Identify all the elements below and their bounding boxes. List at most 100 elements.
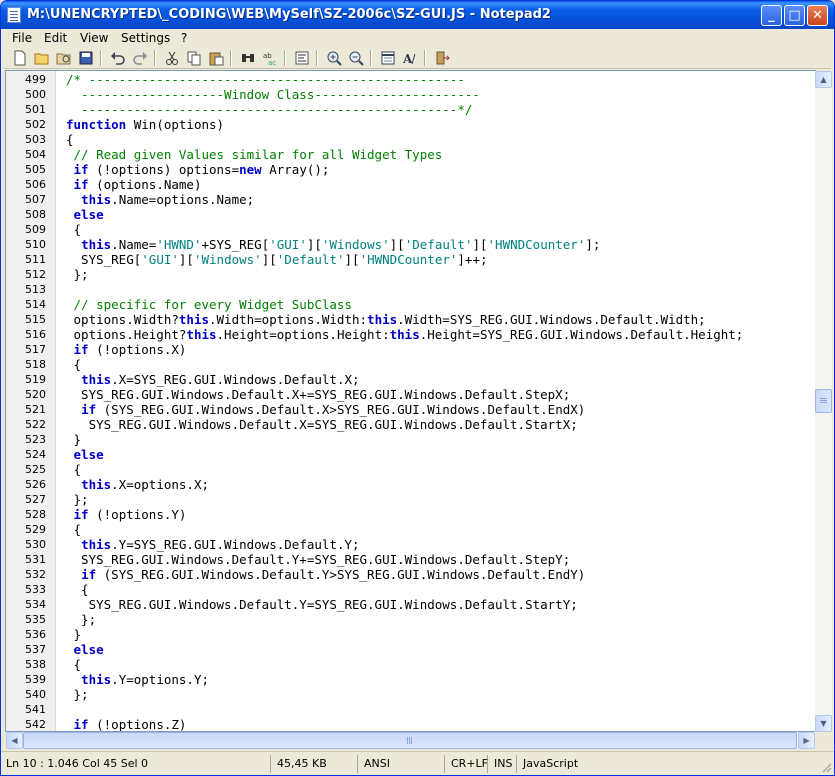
title-bar[interactable]: M:\UNENCRYPTED\_CODING\WEB\MySelf\SZ-200… — [1, 1, 834, 29]
code-line[interactable]: 509 { — [6, 222, 815, 237]
resize-grip-icon[interactable] — [820, 761, 832, 773]
redo-icon[interactable] — [130, 49, 150, 67]
code-line[interactable]: 505 if (!options) options=new Array(); — [6, 162, 815, 177]
line-text: /* -------------------------------------… — [66, 72, 465, 87]
line-text: // Read given Values similar for all Wid… — [66, 147, 443, 162]
minimize-button[interactable]: _ — [761, 5, 782, 26]
vertical-scroll-thumb[interactable] — [815, 389, 832, 413]
menu-file[interactable]: File — [12, 31, 32, 45]
code-line[interactable]: 499 /* ----------------------------------… — [6, 72, 815, 87]
status-line-ending[interactable]: CR+LF — [448, 755, 488, 773]
toolbar-separator — [370, 50, 372, 66]
close-button[interactable]: ✕ — [807, 5, 828, 26]
code-line[interactable]: 506 if (options.Name) — [6, 177, 815, 192]
status-encoding[interactable]: ANSI — [361, 755, 445, 773]
code-line[interactable]: 502 function Win(options) — [6, 117, 815, 132]
code-line[interactable]: 534 SYS_REG.GUI.Windows.Default.Y=SYS_RE… — [6, 597, 815, 612]
code-line[interactable]: 526 this.X=options.X; — [6, 477, 815, 492]
code-line[interactable]: 530 this.Y=SYS_REG.GUI.Windows.Default.Y… — [6, 537, 815, 552]
code-line[interactable]: 524 else — [6, 447, 815, 462]
code-line[interactable]: 514 // specific for every Widget SubClas… — [6, 297, 815, 312]
code-line[interactable]: 533 { — [6, 582, 815, 597]
zoom-out-icon[interactable] — [346, 49, 366, 67]
toolbar-separator — [100, 50, 102, 66]
font-icon[interactable]: A — [400, 49, 420, 67]
code-line[interactable]: 507 this.Name=options.Name; — [6, 192, 815, 207]
code-line[interactable]: 532 if (SYS_REG.GUI.Windows.Default.Y>SY… — [6, 567, 815, 582]
paste-icon[interactable] — [206, 49, 226, 67]
code-line[interactable]: 542 if (!options.Z) — [6, 717, 815, 731]
code-line[interactable]: 511 SYS_REG['GUI']['Windows']['Default']… — [6, 252, 815, 267]
vertical-scrollbar[interactable]: ▲ ▼ — [815, 71, 832, 732]
replace-icon[interactable]: ab ac — [260, 49, 280, 67]
exit-icon[interactable] — [432, 49, 452, 67]
code-line[interactable]: 512 }; — [6, 267, 815, 282]
scheme-icon[interactable] — [378, 49, 398, 67]
code-line[interactable]: 517 if (!options.X) — [6, 342, 815, 357]
notepad-icon[interactable] — [7, 7, 21, 23]
code-line[interactable]: 503 { — [6, 132, 815, 147]
code-line[interactable]: 529 { — [6, 522, 815, 537]
line-text: else — [73, 642, 104, 657]
code-line[interactable]: 538 { — [6, 657, 815, 672]
code-line[interactable]: 527 }; — [6, 492, 815, 507]
undo-icon[interactable] — [108, 49, 128, 67]
open-file-icon[interactable] — [32, 49, 52, 67]
menu-view[interactable]: View — [80, 31, 108, 45]
code-line[interactable]: 521 if (SYS_REG.GUI.Windows.Default.X>SY… — [6, 402, 815, 417]
code-line[interactable]: 508 else — [6, 207, 815, 222]
cut-icon[interactable] — [162, 49, 182, 67]
code-line[interactable]: 501 ------------------------------------… — [6, 102, 815, 117]
word-wrap-icon[interactable] — [292, 49, 312, 67]
line-number: 524 — [25, 448, 46, 461]
menu-edit[interactable]: Edit — [44, 31, 67, 45]
code-lines[interactable]: 499 /* ----------------------------------… — [6, 72, 815, 731]
zoom-in-icon[interactable] — [324, 49, 344, 67]
code-line[interactable]: 531 SYS_REG.GUI.Windows.Default.Y+=SYS_R… — [6, 552, 815, 567]
code-line[interactable]: 536 } — [6, 627, 815, 642]
code-line[interactable]: 523 } — [6, 432, 815, 447]
scroll-left-icon[interactable]: ◀ — [6, 732, 23, 749]
line-text: if (!options) options=new Array(); — [73, 162, 330, 177]
save-icon[interactable] — [76, 49, 96, 67]
code-line[interactable]: 519 this.X=SYS_REG.GUI.Windows.Default.X… — [6, 372, 815, 387]
code-line[interactable]: 513 — [6, 282, 815, 297]
status-lexer[interactable]: JavaScript — [520, 755, 612, 773]
code-line[interactable]: 525 { — [6, 462, 815, 477]
toolbar: ab ac A — [4, 47, 831, 69]
code-line[interactable]: 518 { — [6, 357, 815, 372]
code-editor[interactable]: 499 /* ----------------------------------… — [5, 70, 816, 732]
code-line[interactable]: 540 }; — [6, 687, 815, 702]
scroll-right-icon[interactable]: ▶ — [798, 732, 815, 749]
code-line[interactable]: 500 -------------------Window Class-----… — [6, 87, 815, 102]
code-line[interactable]: 537 else — [6, 642, 815, 657]
code-line[interactable]: 516 options.Height?this.Height=options.H… — [6, 327, 815, 342]
line-number: 525 — [25, 463, 46, 476]
new-file-icon[interactable] — [10, 49, 30, 67]
code-line[interactable]: 539 this.Y=options.Y; — [6, 672, 815, 687]
code-line[interactable]: 541 — [6, 702, 815, 717]
menu-help[interactable]: ? — [181, 31, 187, 45]
line-text: { — [66, 462, 82, 477]
menu-settings[interactable]: Settings — [121, 31, 170, 45]
scroll-up-icon[interactable]: ▲ — [815, 71, 832, 88]
line-number: 540 — [25, 688, 46, 701]
horizontal-scrollbar[interactable]: ◀ ▶ — [6, 732, 815, 749]
scroll-down-icon[interactable]: ▼ — [815, 715, 832, 732]
browse-icon[interactable] — [54, 49, 74, 67]
copy-icon[interactable] — [184, 49, 204, 67]
code-line[interactable]: 522 SYS_REG.GUI.Windows.Default.X=SYS_RE… — [6, 417, 815, 432]
line-text: } — [66, 432, 82, 447]
line-number: 508 — [25, 208, 46, 221]
line-number: 504 — [25, 148, 46, 161]
code-line[interactable]: 515 options.Width?this.Width=options.Wid… — [6, 312, 815, 327]
find-icon[interactable] — [238, 49, 258, 67]
code-line[interactable]: 520 SYS_REG.GUI.Windows.Default.X+=SYS_R… — [6, 387, 815, 402]
status-insert-mode: INS — [491, 755, 517, 773]
code-line[interactable]: 504 // Read given Values similar for all… — [6, 147, 815, 162]
code-line[interactable]: 510 this.Name='HWND'+SYS_REG['GUI']['Win… — [6, 237, 815, 252]
code-line[interactable]: 535 }; — [6, 612, 815, 627]
horizontal-scroll-thumb[interactable] — [23, 732, 797, 749]
maximize-button[interactable]: □ — [784, 5, 805, 26]
code-line[interactable]: 528 if (!options.Y) — [6, 507, 815, 522]
